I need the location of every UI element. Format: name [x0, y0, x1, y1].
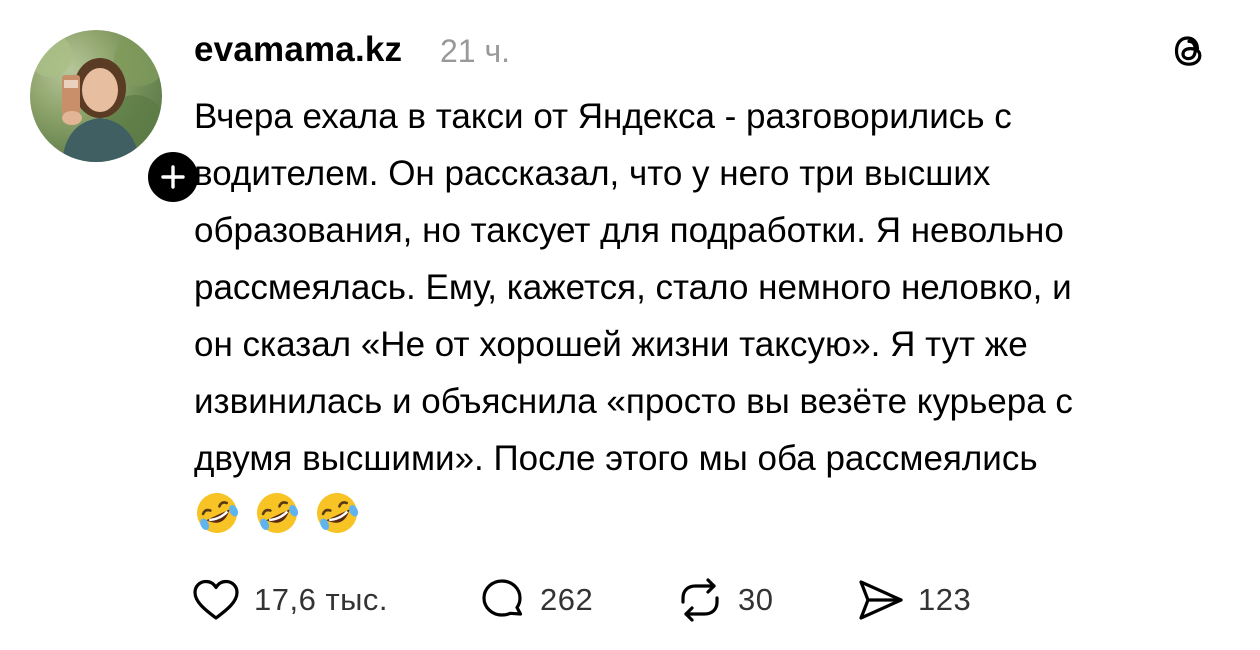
avatar-container	[30, 30, 204, 208]
share-button[interactable]: 123	[854, 574, 971, 626]
post-text-line: извинилась и объяснила «просто вы везёте…	[194, 382, 1073, 421]
plus-icon	[161, 165, 185, 189]
repost-icon	[681, 578, 719, 622]
post-text-line: рассмеялась. Ему, кажется, стало немного…	[194, 268, 1072, 307]
post-text-line: водителем. Он рассказал, что у него три …	[194, 154, 991, 193]
repost-button[interactable]: 30	[674, 574, 773, 626]
post-text-line: образования, но таксует для подработки. …	[194, 211, 1064, 250]
emoji-row	[194, 490, 360, 536]
comment-button[interactable]: 262	[476, 574, 593, 626]
comment-count: 262	[540, 582, 594, 617]
post-text-line: Вчера ехала в такси от Яндекса - разгово…	[194, 97, 1012, 136]
post-timestamp: 21 ч.	[440, 33, 511, 69]
like-button[interactable]: 17,6 тыс.	[190, 574, 388, 626]
avatar-portrait	[30, 33, 162, 162]
post-text-line: он сказал «Не от хорошей жизни таксую». …	[194, 325, 1028, 364]
send-icon	[859, 580, 903, 620]
like-count: 17,6 тыс.	[254, 582, 389, 617]
action-bar: 17,6 тыс. 262 30 123	[190, 574, 1090, 626]
rolling-laughing-emoji-icon	[317, 493, 359, 533]
repost-count: 30	[738, 582, 774, 617]
heart-icon	[193, 579, 239, 620]
comment-icon	[482, 579, 523, 617]
rolling-laughing-emoji-icon	[257, 493, 299, 533]
post-text-line: двумя высшими». После этого мы оба рассм…	[194, 439, 1038, 478]
thread-post: evamama.kz 21 ч. Вчера ехала в такси от …	[0, 0, 1260, 650]
avatar[interactable]	[30, 30, 162, 162]
username-link[interactable]: evamama.kz	[194, 30, 402, 70]
share-count: 123	[918, 582, 972, 617]
rolling-laughing-emoji-icon	[197, 493, 239, 533]
post-text: Вчера ехала в такси от Яндекса - разгово…	[194, 88, 1234, 487]
threads-icon[interactable]	[1164, 26, 1214, 76]
